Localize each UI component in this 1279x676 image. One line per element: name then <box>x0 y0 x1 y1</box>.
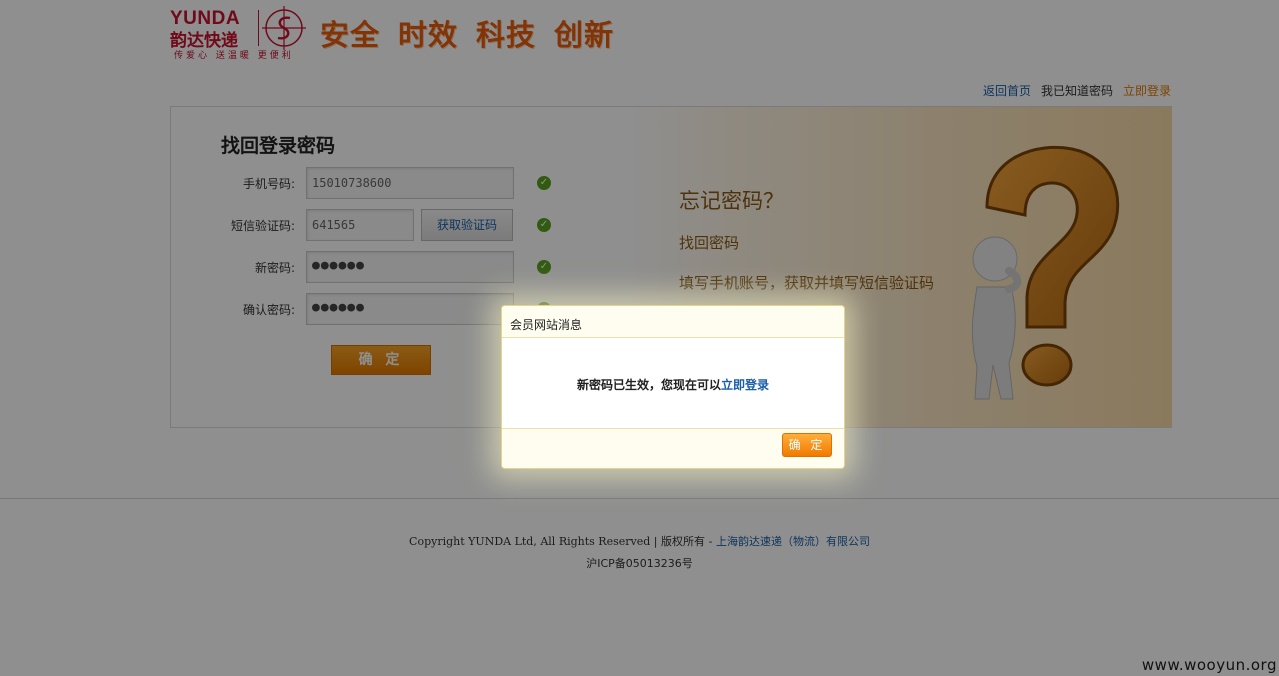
dialog-message: 新密码已生效，您现在可以立即登录 <box>502 338 844 428</box>
message-dialog: 会员网站消息 新密码已生效，您现在可以立即登录 确 定 <box>501 305 845 469</box>
dialog-message-text: 新密码已生效，您现在可以 <box>576 378 721 392</box>
watermark: www.wooyun.org <box>1141 656 1277 674</box>
dialog-ok-button[interactable]: 确 定 <box>782 433 832 457</box>
dialog-login-link[interactable]: 立即登录 <box>721 378 769 392</box>
dialog-footer: 确 定 <box>502 428 844 468</box>
dialog-title: 会员网站消息 <box>502 306 844 338</box>
